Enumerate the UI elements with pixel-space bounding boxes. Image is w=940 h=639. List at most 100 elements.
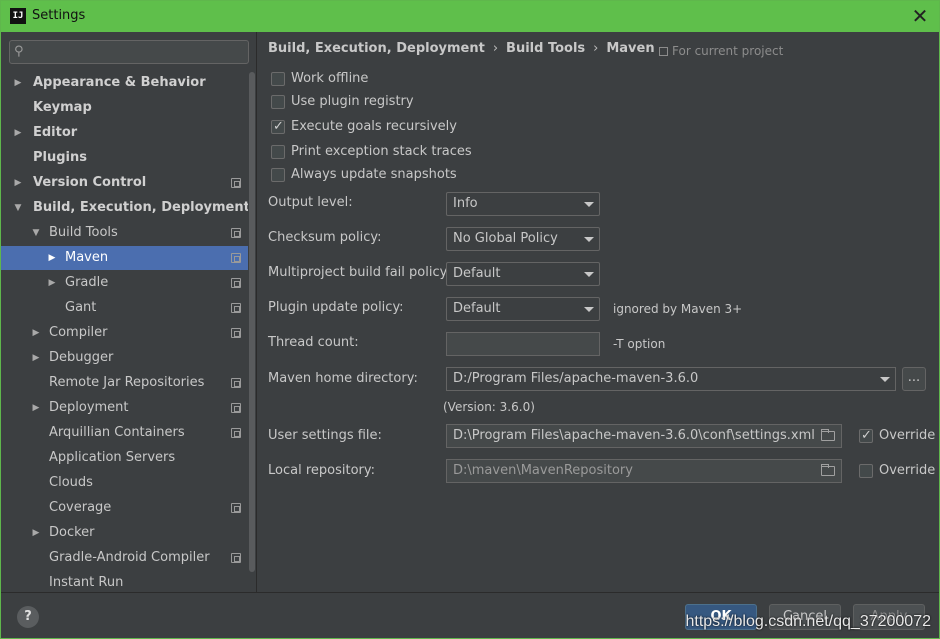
sidebar-item[interactable]: Coverage	[1, 496, 249, 520]
expanded-arrow-icon[interactable]: ▼	[11, 196, 25, 220]
collapsed-arrow-icon[interactable]: ▶	[45, 271, 59, 295]
sidebar-item[interactable]: Application Servers	[1, 446, 249, 470]
checksum-policy-dropdown[interactable]: No Global Policy	[446, 227, 600, 251]
collapsed-arrow-icon[interactable]: ▶	[29, 396, 43, 420]
execute-goals-recursively-label: Execute goals recursively	[291, 119, 457, 134]
project-scope-icon	[231, 178, 241, 188]
work-offline-checkbox[interactable]	[271, 72, 285, 86]
sidebar-item[interactable]: Gradle-Android Compiler	[1, 546, 249, 570]
collapsed-arrow-icon[interactable]: ▶	[29, 346, 43, 370]
breadcrumb-item: Build Tools	[506, 41, 586, 56]
local-repository-input[interactable]: D:\maven\MavenRepository	[446, 459, 842, 483]
print-exception-stack-traces-checkbox[interactable]	[271, 145, 285, 159]
sidebar-item[interactable]: ▶ Docker	[1, 521, 249, 545]
sidebar-scrollbar[interactable]	[248, 72, 256, 592]
sidebar-item[interactable]: Arquillian Containers	[1, 421, 249, 445]
close-icon[interactable]: ✕	[909, 5, 931, 27]
sidebar-item[interactable]: ▶ Editor	[1, 121, 249, 145]
sidebar-item[interactable]: Plugins	[1, 146, 249, 170]
multiproject-fail-policy-label: Multiproject build fail policy:	[268, 265, 451, 280]
plugin-update-policy-value: Default	[453, 301, 501, 316]
maven-settings-panel: Build, Execution, Deployment › Build Tools…	[258, 32, 939, 592]
folder-icon[interactable]	[821, 464, 835, 476]
local-repository-value: D:\maven\MavenRepository	[453, 463, 633, 478]
project-scope-icon	[659, 47, 668, 56]
sidebar-item[interactable]: ▶ Deployment	[1, 396, 249, 420]
always-update-snapshots-checkbox[interactable]	[271, 168, 285, 182]
print-exception-stack-traces-label: Print exception stack traces	[291, 144, 472, 159]
sidebar-item-label: Keymap	[33, 100, 92, 115]
output-level-label: Output level:	[268, 195, 353, 210]
chevron-down-icon	[880, 377, 890, 382]
output-level-dropdown[interactable]: Info	[446, 192, 600, 216]
sidebar-item[interactable]: ▶ Version Control	[1, 171, 249, 195]
execute-goals-recursively-checkbox[interactable]	[271, 117, 285, 137]
window-title: Settings	[32, 8, 86, 23]
sidebar-scroll-thumb[interactable]	[249, 72, 255, 572]
user-settings-input[interactable]: D:\Program Files\apache-maven-3.6.0\conf…	[446, 424, 842, 448]
maven-home-combo[interactable]: D:/Program Files/apache-maven-3.6.0	[446, 367, 896, 391]
sidebar-item[interactable]: ▶ Maven	[1, 246, 249, 270]
collapsed-arrow-icon[interactable]: ▶	[11, 71, 25, 95]
thread-count-hint: -T option	[613, 337, 666, 351]
plugin-update-policy-hint: ignored by Maven 3+	[613, 302, 743, 316]
project-scope-icon	[231, 278, 241, 288]
settings-search-input[interactable]: ⚲	[9, 40, 249, 64]
thread-count-label: Thread count:	[268, 335, 359, 350]
user-settings-value: D:\Program Files\apache-maven-3.6.0\conf…	[453, 428, 815, 443]
sidebar-item-label: Plugins	[33, 150, 87, 165]
sidebar-item-label: Docker	[49, 525, 95, 540]
collapsed-arrow-icon[interactable]: ▶	[11, 171, 25, 195]
maven-version-text: (Version: 3.6.0)	[443, 400, 535, 414]
collapsed-arrow-icon[interactable]: ▶	[29, 321, 43, 345]
settings-window: IJ Settings ✕ ⚲ ▶ Appearance & Behavior Ke…	[0, 0, 940, 639]
sidebar-item[interactable]: Remote Jar Repositories	[1, 371, 249, 395]
sidebar-item-label: Arquillian Containers	[49, 425, 185, 440]
breadcrumb-separator-icon: ›	[492, 41, 499, 56]
sidebar-item[interactable]: ▶ Appearance & Behavior	[1, 71, 249, 95]
sidebar-item[interactable]: Gant	[1, 296, 249, 320]
use-plugin-registry-checkbox[interactable]	[271, 95, 285, 109]
collapsed-arrow-icon[interactable]: ▶	[45, 246, 59, 270]
sidebar-item-label: Application Servers	[49, 450, 176, 465]
sidebar-item-label: Build, Execution, Deployment	[33, 200, 250, 215]
sidebar-item-label: Compiler	[49, 325, 108, 340]
folder-icon[interactable]	[821, 429, 835, 441]
checksum-policy-value: No Global Policy	[453, 231, 558, 246]
collapsed-arrow-icon[interactable]: ▶	[11, 121, 25, 145]
project-scope-icon	[231, 503, 241, 513]
sidebar-item-label: Gradle-Android Compiler	[49, 550, 210, 565]
sidebar-item[interactable]: Keymap	[1, 96, 249, 120]
sidebar-item[interactable]: ▼ Build Tools	[1, 221, 249, 245]
project-scope-icon	[231, 553, 241, 563]
dialog-footer: ? OK Cancel Apply https://blog.csdn.net/…	[1, 592, 939, 638]
sidebar-item[interactable]: Clouds	[1, 471, 249, 495]
help-icon[interactable]: ?	[17, 606, 39, 628]
maven-home-value: D:/Program Files/apache-maven-3.6.0	[453, 371, 699, 386]
user-settings-label: User settings file:	[268, 428, 382, 443]
maven-home-browse-button[interactable]: ...	[902, 367, 926, 391]
multiproject-fail-policy-dropdown[interactable]: Default	[446, 262, 600, 286]
sidebar-item[interactable]: ▶ Compiler	[1, 321, 249, 345]
always-update-snapshots-label: Always update snapshots	[291, 167, 457, 182]
local-repository-override-checkbox[interactable]	[859, 464, 873, 478]
collapsed-arrow-icon[interactable]: ▶	[29, 521, 43, 545]
sidebar-item-label: Coverage	[49, 500, 112, 515]
sidebar-item-label: Editor	[33, 125, 78, 140]
local-repository-override-label: Override	[879, 463, 936, 478]
sidebar-item-label: Gradle	[65, 275, 109, 290]
sidebar-item[interactable]: ▶ Gradle	[1, 271, 249, 295]
chevron-down-icon	[584, 202, 594, 207]
thread-count-input[interactable]	[446, 332, 600, 356]
sidebar-item[interactable]: ▶ Debugger	[1, 346, 249, 370]
local-repository-label: Local repository:	[268, 463, 375, 478]
expanded-arrow-icon[interactable]: ▼	[29, 221, 43, 245]
use-plugin-registry-label: Use plugin registry	[291, 94, 414, 109]
sidebar-item[interactable]: ▼ Build, Execution, Deployment	[1, 196, 250, 220]
work-offline-label: Work offline	[291, 71, 369, 86]
user-settings-override-checkbox[interactable]	[859, 426, 873, 446]
output-level-value: Info	[453, 196, 478, 211]
search-icon: ⚲	[14, 44, 24, 59]
plugin-update-policy-dropdown[interactable]: Default	[446, 297, 600, 321]
sidebar-item-label: Appearance & Behavior	[33, 75, 206, 90]
